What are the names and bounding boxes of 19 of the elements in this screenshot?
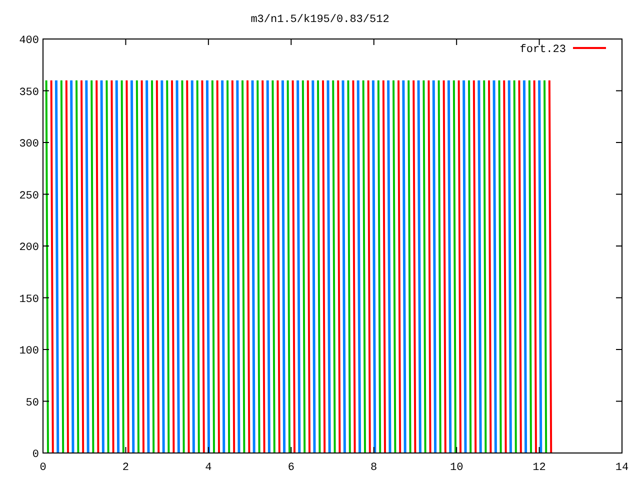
y-tick-label: 350 [19, 86, 39, 99]
x-tick-label: 8 [370, 462, 378, 474]
y-tick-label: 400 [19, 35, 39, 47]
y-tick-label: 100 [19, 346, 39, 358]
x-tick-label: 0 [40, 462, 46, 474]
x-tick-label: 12 [532, 462, 546, 474]
x-tick-label: 4 [205, 462, 212, 474]
x-tick-label: 2 [122, 462, 130, 474]
x-tick-label: 10 [450, 462, 464, 474]
y-tick-label: 50 [26, 397, 39, 410]
legend-label: fort.23 [520, 44, 566, 56]
y-tick-label: 200 [19, 242, 39, 254]
y-tick-label: 250 [19, 190, 39, 202]
x-tick-label: 14 [615, 462, 629, 474]
y-tick-label: 150 [19, 294, 39, 306]
y-tick-label: 0 [32, 449, 39, 461]
y-tick-label: 300 [19, 138, 39, 150]
chart-title: m3/n1.5/k195/0.83/512 [250, 14, 390, 26]
x-tick-label: 6 [288, 462, 294, 474]
